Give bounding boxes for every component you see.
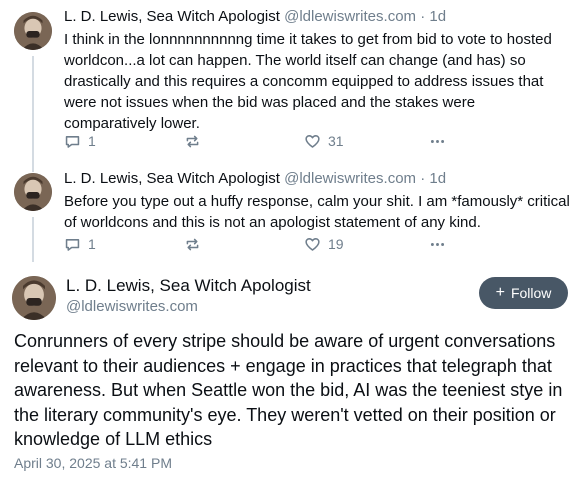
post-meta: L. D. Lewis, Sea Witch Apologist @ldlewi…: [64, 170, 446, 188]
reply-button[interactable]: 1: [64, 133, 184, 150]
thread-connector: [32, 56, 34, 162]
post-actions: 1 31: [64, 131, 474, 151]
post-timestamp[interactable]: April 30, 2025 at 5:41 PM: [14, 455, 172, 471]
thread-post-1[interactable]: L. D. Lewis, Sea Witch Apologist @ldlewi…: [0, 0, 584, 162]
ellipsis-icon: [429, 133, 446, 150]
follow-button[interactable]: + Follow: [479, 277, 568, 309]
speech-bubble-icon: [64, 236, 81, 253]
heart-icon: [304, 236, 321, 253]
reply-count: 1: [88, 133, 96, 149]
repost-button[interactable]: [184, 133, 304, 150]
thread-connector: [32, 217, 34, 262]
plus-icon: +: [495, 284, 505, 301]
post-actions: 1 19: [64, 234, 474, 254]
author-handle[interactable]: @ldlewiswrites.com: [284, 8, 416, 25]
avatar[interactable]: [12, 276, 56, 320]
ellipsis-icon: [429, 236, 446, 253]
author-name[interactable]: L. D. Lewis, Sea Witch Apologist: [64, 8, 280, 25]
repost-arrows-icon: [184, 133, 201, 150]
meta-separator: ·: [420, 8, 426, 25]
reply-button[interactable]: 1: [64, 236, 184, 253]
heart-icon: [304, 133, 321, 150]
thread-connector: [32, 162, 34, 172]
author-handle[interactable]: @ldlewiswrites.com: [66, 298, 198, 316]
author-handle[interactable]: @ldlewiswrites.com: [284, 170, 416, 187]
post-time[interactable]: 1d: [429, 170, 446, 187]
post-time[interactable]: 1d: [429, 8, 446, 25]
more-options-button[interactable]: [429, 236, 446, 253]
repost-arrows-icon: [184, 236, 201, 253]
speech-bubble-icon: [64, 133, 81, 150]
post-meta: L. D. Lewis, Sea Witch Apologist @ldlewi…: [64, 8, 446, 26]
like-count: 19: [328, 236, 344, 252]
reply-count: 1: [88, 236, 96, 252]
author-name[interactable]: L. D. Lewis, Sea Witch Apologist: [66, 276, 311, 296]
thread-post-2[interactable]: L. D. Lewis, Sea Witch Apologist @ldlewi…: [0, 162, 584, 262]
meta-separator: ·: [420, 170, 426, 187]
post-text: Before you type out a huffy response, ca…: [64, 193, 570, 231]
author-name[interactable]: L. D. Lewis, Sea Witch Apologist: [64, 170, 280, 187]
post-text: I think in the lonnnnnnnnnng time it tak…: [64, 31, 552, 132]
like-count: 31: [328, 133, 344, 149]
avatar[interactable]: [14, 173, 52, 211]
avatar[interactable]: [14, 12, 52, 50]
post-text: Conrunners of every stripe should be awa…: [14, 331, 563, 449]
like-button[interactable]: 19: [304, 236, 429, 253]
main-post: L. D. Lewis, Sea Witch Apologist @ldlewi…: [0, 262, 584, 477]
repost-button[interactable]: [184, 236, 304, 253]
more-options-button[interactable]: [429, 133, 446, 150]
like-button[interactable]: 31: [304, 133, 429, 150]
follow-label: Follow: [510, 285, 552, 301]
